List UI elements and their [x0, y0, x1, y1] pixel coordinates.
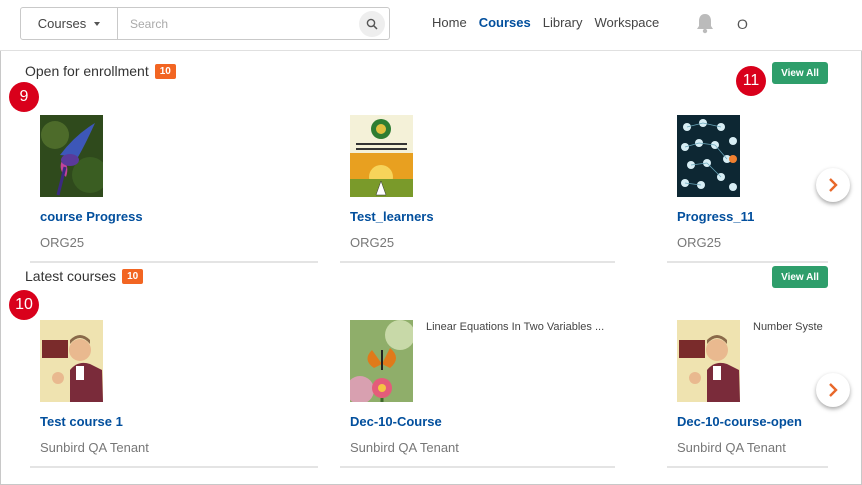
search-bar: Courses: [20, 7, 390, 40]
course-title[interactable]: Test course 1: [40, 414, 123, 429]
course-description: Number Syste: [753, 321, 823, 333]
step-marker: 11: [736, 66, 766, 96]
course-thumbnail: [40, 320, 103, 402]
course-thumbnail: [677, 320, 740, 402]
nav-home[interactable]: Home: [432, 15, 467, 30]
section-title-enrollment: Open for enrollment 10: [25, 63, 176, 79]
course-thumbnail: [677, 115, 740, 197]
course-card[interactable]: Test_learners ORG25: [340, 111, 615, 263]
course-org: Sunbird QA Tenant: [40, 440, 149, 455]
carousel-next-button[interactable]: [816, 373, 850, 407]
search-button[interactable]: [359, 11, 385, 37]
main-nav: Home Courses Library Workspace: [432, 15, 659, 30]
top-header: Courses Home Courses Library Workspace O: [0, 0, 862, 51]
chevron-right-icon: [829, 178, 838, 192]
count-badge: 10: [154, 63, 176, 79]
notification-button[interactable]: [695, 12, 715, 39]
section-title-text: Open for enrollment: [25, 63, 149, 79]
course-org: Sunbird QA Tenant: [350, 440, 459, 455]
step-marker: 9: [9, 82, 39, 112]
course-org: ORG25: [40, 235, 85, 250]
course-card[interactable]: Test course 1 Sunbird QA Tenant: [30, 316, 318, 468]
course-description: Linear Equations In Two Variables ...: [426, 321, 605, 333]
course-card[interactable]: Number Syste Dec-10-course-open Sunbird …: [667, 316, 828, 468]
nav-workspace[interactable]: Workspace: [594, 15, 659, 30]
course-thumbnail: [350, 320, 413, 402]
course-org: ORG25: [677, 235, 722, 250]
search-input[interactable]: [118, 8, 359, 39]
view-all-button[interactable]: View All: [772, 266, 828, 288]
course-title[interactable]: Progress_11: [677, 209, 754, 224]
count-badge: 10: [122, 268, 144, 284]
bell-icon: [697, 14, 713, 34]
search-type-label: Courses: [37, 16, 87, 31]
course-card[interactable]: course Progress ORG25: [30, 111, 318, 263]
section-title-text: Latest courses: [25, 268, 117, 284]
search-icon: [366, 18, 378, 30]
view-all-button[interactable]: View All: [772, 62, 828, 84]
course-title[interactable]: course Progress: [40, 209, 143, 224]
user-avatar[interactable]: O: [737, 16, 748, 32]
nav-library[interactable]: Library: [543, 15, 583, 30]
course-org: Sunbird QA Tenant: [677, 440, 786, 455]
course-title[interactable]: Test_learners: [350, 209, 434, 224]
course-title[interactable]: Dec-10-course-open: [677, 414, 802, 429]
course-card[interactable]: Linear Equations In Two Variables ... De…: [340, 316, 615, 468]
course-card[interactable]: Progress_11 ORG25: [667, 111, 828, 263]
course-thumbnail: [350, 115, 413, 197]
chevron-down-icon: [94, 21, 101, 26]
course-thumbnail: [40, 115, 103, 197]
course-org: ORG25: [350, 235, 395, 250]
search-type-dropdown[interactable]: Courses: [21, 8, 118, 39]
nav-courses[interactable]: Courses: [479, 15, 531, 30]
course-title[interactable]: Dec-10-Course: [350, 414, 442, 429]
chevron-right-icon: [829, 383, 838, 397]
section-title-latest: Latest courses 10: [25, 268, 144, 284]
carousel-next-button[interactable]: [816, 168, 850, 202]
